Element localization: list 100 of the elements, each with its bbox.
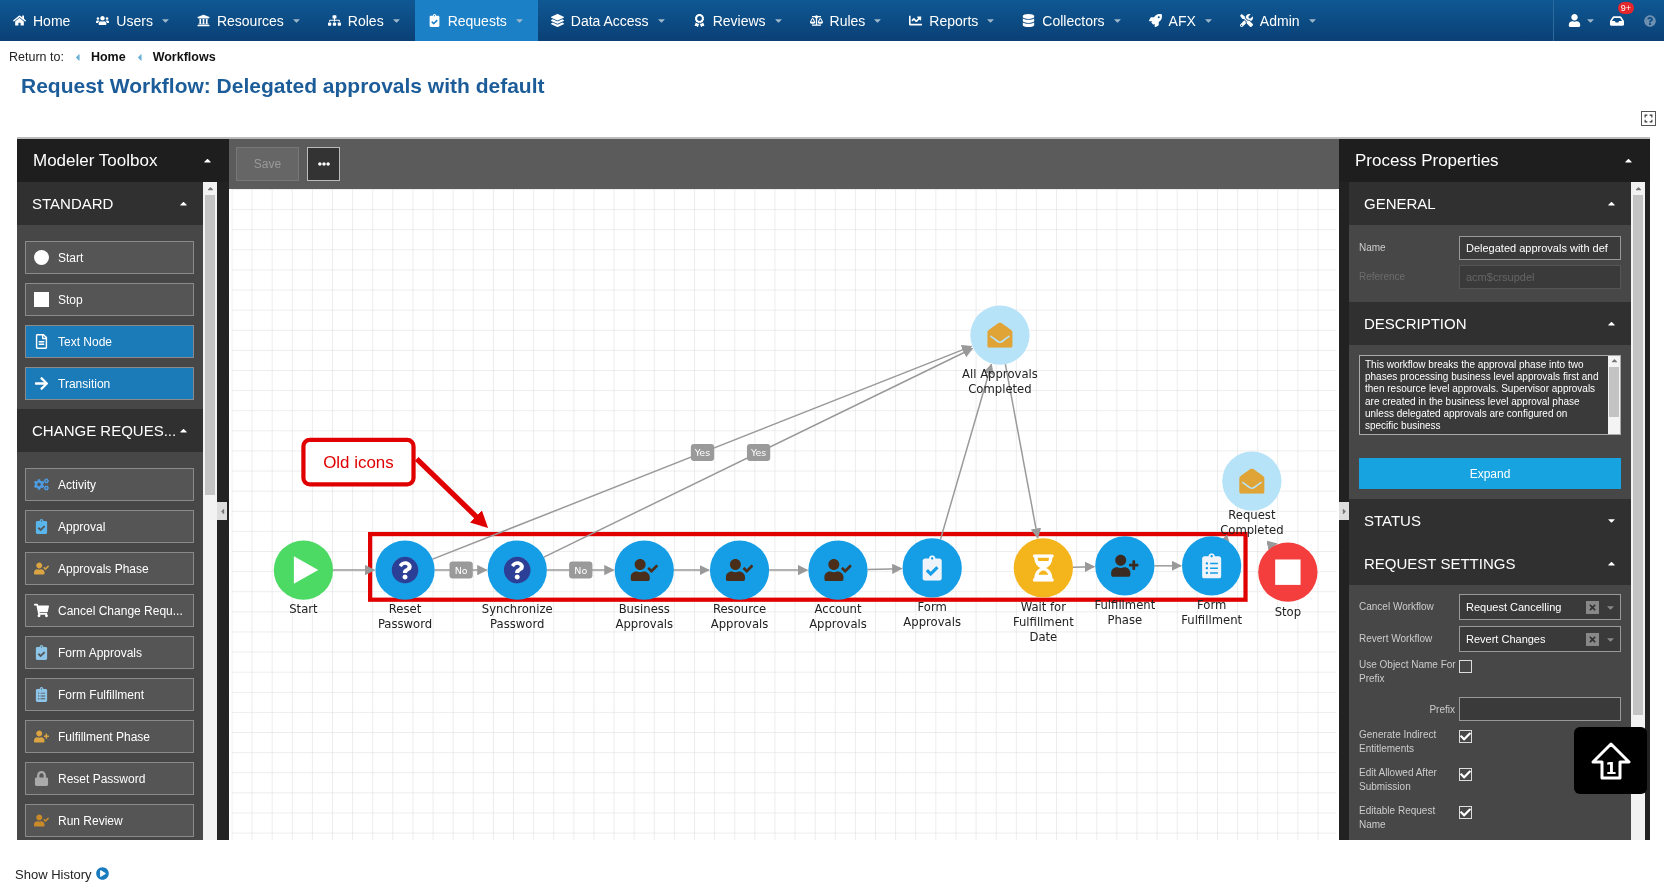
- node-label: Fulfillment Phase: [1094, 598, 1156, 628]
- tools-icon: [1239, 14, 1253, 27]
- condition-label: Yes: [690, 444, 715, 462]
- checkbox[interactable]: [1459, 806, 1472, 819]
- transition-arrow: [546, 564, 615, 576]
- toolbox-item[interactable]: Fulfillment Phase: [25, 720, 194, 753]
- section-header[interactable]: STATUS: [1349, 499, 1631, 542]
- user-check-icon: [34, 561, 49, 576]
- user-menu-button[interactable]: [1568, 14, 1596, 27]
- toolbox-item[interactable]: Approval: [25, 510, 194, 543]
- scrollbar[interactable]: [203, 182, 217, 840]
- toolbox-item[interactable]: Start: [25, 241, 194, 274]
- help-icon: [503, 556, 531, 584]
- envelope-icon: [1239, 468, 1265, 494]
- toolbox-item[interactable]: Approvals Phase: [25, 552, 194, 585]
- nav-tab[interactable]: Admin: [1226, 0, 1331, 41]
- transition-arrow: [673, 564, 710, 576]
- checkbox[interactable]: [1459, 768, 1472, 781]
- envelope-icon: [987, 322, 1013, 348]
- lock-icon: [34, 771, 49, 786]
- field-label: Edit Allowed After Submission: [1359, 766, 1438, 794]
- node-label: Stop: [1274, 604, 1302, 619]
- section-header[interactable]: CHANGE REQUES...: [17, 409, 203, 452]
- section-header[interactable]: STANDARD: [17, 182, 203, 225]
- toolbox-item[interactable]: Text Node: [25, 325, 194, 358]
- section-title: CHANGE REQUES...: [32, 422, 177, 439]
- collapse-handle[interactable]: [217, 502, 227, 520]
- node-label: Wait for Fulfillment Date: [1012, 600, 1074, 644]
- scrollbar[interactable]: [1631, 182, 1645, 840]
- section-title: REQUEST SETTINGS: [1364, 555, 1516, 572]
- toolbox-item[interactable]: Transition: [25, 367, 194, 400]
- ribbon-icon: [692, 14, 706, 27]
- field-label: Prefix: [1428, 703, 1456, 715]
- field-label: Use Object Name For Prefix: [1359, 658, 1457, 686]
- toolbox-item[interactable]: Cancel Change Requ...: [25, 594, 194, 627]
- transition-arrow: [866, 563, 903, 575]
- description-field[interactable]: [1359, 355, 1621, 435]
- field-label: Cancel Workflow: [1359, 600, 1435, 614]
- help-button[interactable]: [1644, 14, 1656, 27]
- section-header[interactable]: REQUEST SETTINGS: [1349, 542, 1631, 585]
- scroll-top-button[interactable]: 1: [1574, 727, 1647, 794]
- section-title: DESCRIPTION: [1364, 315, 1467, 332]
- fullscreen-button[interactable]: [1641, 111, 1656, 126]
- user-check-icon: [824, 559, 852, 582]
- user-check-icon: [725, 559, 754, 582]
- node-label: Reset Password: [377, 602, 433, 632]
- nav-tab[interactable]: Reviews: [679, 0, 797, 41]
- scrollbar-thumb[interactable]: [1609, 367, 1619, 417]
- hierarchy-icon: [327, 14, 341, 27]
- more-button[interactable]: [307, 147, 340, 181]
- text-field[interactable]: [1459, 697, 1621, 721]
- toolbox-item[interactable]: Activity: [25, 468, 194, 501]
- nav-tab[interactable]: Resources: [183, 0, 315, 41]
- condition-label: Yes: [746, 444, 771, 462]
- select-field[interactable]: Revert Changes: [1459, 626, 1621, 652]
- clipboard-check-icon: [922, 555, 942, 581]
- select-field[interactable]: Request Cancelling: [1459, 594, 1621, 620]
- nav-tab[interactable]: Roles: [314, 0, 415, 41]
- breadcrumb-link[interactable]: Workflows: [152, 50, 216, 64]
- caret-icon[interactable]: [205, 184, 215, 193]
- toolbox-item[interactable]: Run Review: [25, 804, 194, 837]
- section-header[interactable]: GENERAL: [1349, 182, 1631, 225]
- page-title: Request Workflow: Delegated approvals with default: [20, 73, 546, 99]
- caret-icon[interactable]: [1609, 356, 1619, 365]
- document-icon: [34, 334, 49, 349]
- play-icon[interactable]: [95, 867, 109, 880]
- nav-tab[interactable]: Rules: [796, 0, 897, 41]
- inbox-button[interactable]: [1610, 13, 1624, 28]
- scrollbar[interactable]: [1608, 356, 1620, 434]
- nav-tab[interactable]: Home: [0, 0, 84, 41]
- nav-tab[interactable]: Requests: [414, 0, 538, 41]
- field-label: Generate Indirect Entitlements: [1359, 728, 1438, 756]
- show-history-link[interactable]: Show History: [15, 867, 92, 882]
- nav-tab[interactable]: Data Access: [537, 0, 680, 41]
- clipboard-icon: [1202, 553, 1222, 579]
- clipboard-check-icon: [34, 519, 49, 534]
- node-label: All Approvals Completed: [962, 367, 1038, 397]
- toolbox-item[interactable]: Form Fulfillment: [25, 678, 194, 711]
- scrollbar-thumb[interactable]: [1633, 195, 1643, 715]
- clear-icon[interactable]: [1586, 600, 1599, 614]
- caret-icon[interactable]: [1633, 184, 1643, 193]
- checkbox[interactable]: [1459, 730, 1472, 743]
- section-header[interactable]: DESCRIPTION: [1349, 302, 1631, 345]
- nav-tab[interactable]: Collectors: [1009, 0, 1136, 41]
- text-field[interactable]: Delegated approvals with def: [1459, 236, 1621, 260]
- field-label: Editable Request Name: [1359, 804, 1437, 832]
- nav-tab[interactable]: AFX: [1135, 0, 1227, 41]
- scrollbar-thumb[interactable]: [205, 195, 215, 495]
- checkbox[interactable]: [1459, 660, 1472, 673]
- toolbox-item[interactable]: Stop: [25, 283, 194, 316]
- clear-icon[interactable]: [1586, 632, 1599, 646]
- nav-tab[interactable]: Reports: [896, 0, 1010, 41]
- nav-tab[interactable]: Users: [83, 0, 184, 41]
- toolbox-item[interactable]: Reset Password: [25, 762, 194, 795]
- scale-icon: [809, 14, 823, 27]
- user-plus-icon: [1111, 554, 1139, 577]
- breadcrumb-link[interactable]: Home: [90, 50, 126, 64]
- collapse-handle[interactable]: [1339, 502, 1349, 520]
- node-label: Request Completed: [1220, 508, 1284, 538]
- toolbox-item[interactable]: Form Approvals: [25, 636, 194, 669]
